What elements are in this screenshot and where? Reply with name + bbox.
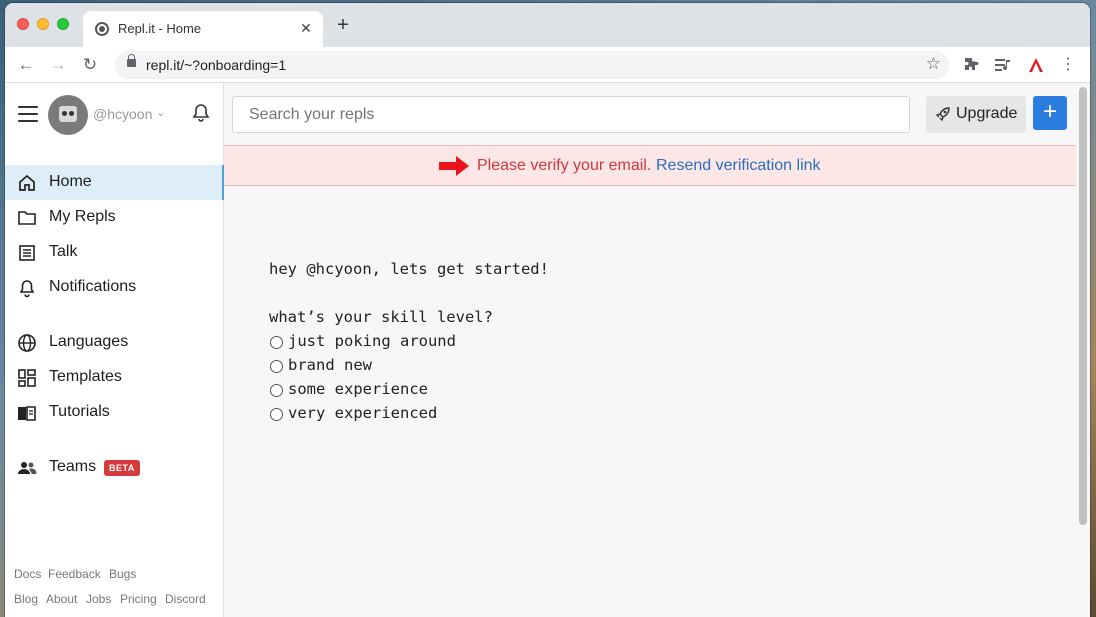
sidebar-item-talk[interactable]: Talk	[5, 235, 224, 270]
list-icon	[19, 245, 35, 261]
sidebar-item-templates[interactable]: Templates	[5, 360, 224, 395]
footer-link-jobs[interactable]: Jobs	[86, 592, 111, 606]
rocket-icon	[935, 107, 950, 122]
chevron-down-icon[interactable]: ⌄	[156, 106, 165, 119]
browser-tab[interactable]: Repl.it - Home ✕	[83, 11, 323, 47]
sidebar-item-notifications[interactable]: Notifications	[5, 270, 224, 305]
globe-icon	[18, 334, 36, 352]
footer-link-feedback[interactable]: Feedback	[48, 567, 101, 581]
back-icon[interactable]: ←	[14, 53, 38, 77]
home-icon	[19, 174, 35, 191]
more-menu-icon[interactable]: ⋮	[1057, 53, 1079, 77]
tab-strip: Repl.it - Home ✕ +	[5, 3, 1090, 47]
new-tab-icon[interactable]: +	[333, 15, 353, 36]
new-repl-button[interactable]: +	[1033, 96, 1067, 130]
sidebar-item-label: Templates	[49, 368, 122, 385]
footer-link-pricing[interactable]: Pricing	[120, 592, 157, 606]
onboarding-greeting: hey @hcyoon, lets get started!	[269, 260, 549, 278]
beta-badge: BETA	[104, 460, 140, 476]
replit-favicon-icon	[95, 22, 109, 36]
replit-app: @hcyoon ⌄ Home My Repls Talk Notificatio…	[5, 83, 1090, 617]
skill-option-label[interactable]: very experienced	[288, 404, 437, 422]
footer-link-docs[interactable]: Docs	[14, 567, 41, 581]
page-scrollbar[interactable]	[1079, 87, 1087, 525]
skill-option-label[interactable]: some experience	[288, 380, 428, 398]
skill-radio-very-experienced[interactable]	[270, 408, 283, 421]
sidebar-item-label: Talk	[49, 243, 78, 260]
search-box[interactable]	[232, 96, 910, 133]
tab-title: Repl.it - Home	[118, 21, 202, 36]
upgrade-button[interactable]: Upgrade	[926, 96, 1026, 133]
book-icon	[18, 406, 36, 421]
skill-radio-brand-new[interactable]	[270, 360, 283, 373]
sidebar-item-label: Tutorials	[49, 403, 110, 420]
extensions-icon[interactable]	[960, 53, 982, 77]
skill-option-label[interactable]: just poking around	[288, 332, 456, 350]
reading-list-icon[interactable]	[992, 53, 1014, 77]
lock-icon	[127, 54, 136, 67]
address-bar[interactable]: repl.it/~?onboarding=1 ☆	[115, 51, 949, 79]
sidebar-item-teams[interactable]: Teams BETA	[5, 450, 224, 485]
arrow-right-icon	[439, 156, 469, 176]
sidebar-item-label: Languages	[49, 333, 129, 350]
upgrade-label: Upgrade	[956, 105, 1018, 122]
username[interactable]: @hcyoon	[93, 106, 152, 122]
verify-email-banner: Please verify your email. Resend verific…	[224, 145, 1076, 186]
avatar[interactable]	[48, 95, 88, 135]
reload-icon[interactable]: ↻	[78, 53, 102, 77]
skill-level-question: what’s your skill level?	[269, 308, 493, 326]
sidebar-item-label: Notifications	[49, 278, 137, 295]
sidebar-item-my-repls[interactable]: My Repls	[5, 200, 224, 235]
footer-link-blog[interactable]: Blog	[14, 592, 38, 606]
footer-link-discord[interactable]: Discord	[165, 592, 206, 606]
maximize-window-button[interactable]	[57, 18, 69, 30]
adobe-acrobat-icon[interactable]	[1025, 53, 1047, 77]
folder-icon	[18, 211, 36, 225]
url-text: repl.it/~?onboarding=1	[146, 57, 287, 73]
resend-verification-link[interactable]: Resend verification link	[656, 157, 821, 175]
sidebar-item-label: Home	[49, 173, 92, 190]
users-icon	[18, 462, 37, 474]
skill-radio-just-poking-around[interactable]	[270, 336, 283, 349]
sidebar-item-home[interactable]: Home	[5, 165, 224, 200]
footer-link-bugs[interactable]: Bugs	[109, 567, 136, 581]
browser-toolbar: ← → ↻ repl.it/~?onboarding=1 ☆ ⋮	[5, 47, 1090, 83]
forward-icon[interactable]: →	[46, 53, 70, 77]
sidebar-item-languages[interactable]: Languages	[5, 325, 224, 360]
templates-icon	[18, 369, 36, 387]
skill-radio-some-experience[interactable]	[270, 384, 283, 397]
sidebar: @hcyoon ⌄ Home My Repls Talk Notificatio…	[5, 83, 224, 617]
browser-window: Repl.it - Home ✕ + ← → ↻ repl.it/~?onboa…	[5, 3, 1090, 617]
sidebar-item-label: My Repls	[49, 208, 116, 225]
close-window-button[interactable]	[17, 18, 29, 30]
sidebar-item-label: Teams	[49, 458, 97, 475]
tab-close-icon[interactable]: ✕	[297, 19, 315, 37]
sidebar-item-tutorials[interactable]: Tutorials	[5, 395, 224, 430]
bell-icon	[19, 280, 35, 298]
search-input[interactable]	[249, 106, 889, 124]
footer-link-about[interactable]: About	[46, 592, 77, 606]
bookmark-star-icon[interactable]: ☆	[926, 54, 941, 74]
banner-message: Please verify your email.	[477, 157, 652, 174]
minimize-window-button[interactable]	[37, 18, 49, 30]
hamburger-menu-icon[interactable]	[18, 106, 38, 122]
notifications-bell-icon[interactable]	[192, 103, 210, 123]
skill-option-label[interactable]: brand new	[288, 356, 372, 374]
